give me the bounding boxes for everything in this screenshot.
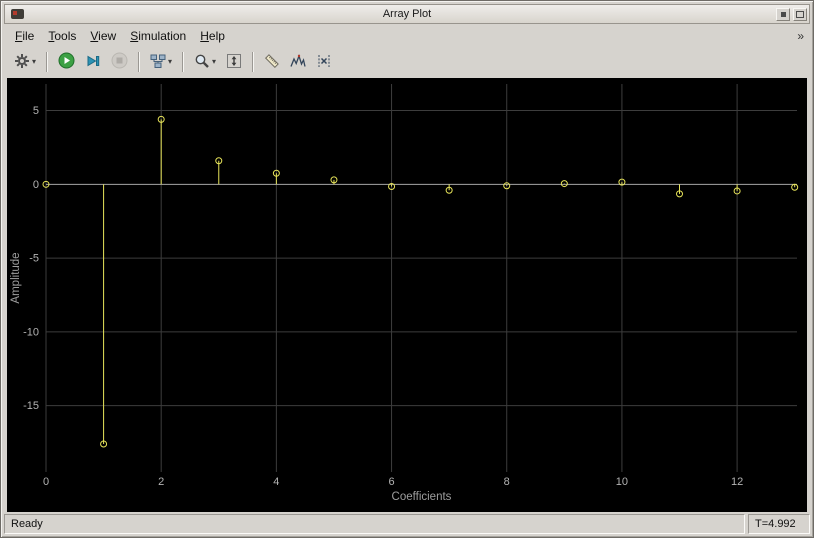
svg-text:10: 10 (616, 476, 628, 488)
stop-icon (111, 52, 128, 72)
svg-text:-5: -5 (29, 253, 39, 265)
array-plot-window: Array Plot File Tools View Simulation Help »… (0, 0, 814, 538)
toolbar-separator (138, 52, 141, 72)
svg-text:0: 0 (33, 179, 39, 191)
menu-overflow-icon[interactable]: » (797, 29, 806, 43)
maximize-button[interactable] (793, 7, 807, 21)
maximize-icon (796, 10, 804, 18)
app-icon (11, 9, 24, 19)
peak-finder-button[interactable] (286, 50, 310, 75)
svg-text:5: 5 (33, 105, 39, 117)
stop-button[interactable] (107, 49, 132, 75)
menu-tools[interactable]: Tools (41, 26, 83, 46)
chevron-down-icon: ▾ (212, 57, 217, 66)
measurements-button[interactable] (260, 50, 284, 75)
svg-text:0: 0 (43, 476, 49, 488)
svg-text:-10: -10 (23, 326, 39, 338)
toolbar-separator (252, 52, 255, 72)
step-forward-icon (85, 53, 101, 72)
gear-icon (14, 53, 30, 72)
svg-text:12: 12 (731, 476, 743, 488)
svg-text:4: 4 (273, 476, 279, 488)
window-controls (776, 7, 809, 21)
chevron-down-icon: ▾ (168, 57, 173, 66)
simulation-time: T=4.992 (748, 514, 810, 534)
svg-text:6: 6 (388, 476, 394, 488)
toolbar-separator (46, 52, 49, 72)
play-icon (58, 52, 75, 72)
title-bar[interactable]: Array Plot (4, 4, 810, 24)
svg-text:Amplitude: Amplitude (10, 252, 22, 303)
menu-simulation[interactable]: Simulation (123, 26, 193, 46)
blocks-icon (150, 53, 166, 72)
svg-text:Coefficients: Coefficients (392, 491, 452, 503)
layout-button[interactable]: ▾ (146, 50, 176, 75)
status-message: Ready (4, 514, 745, 534)
magnifier-icon (194, 53, 210, 72)
menu-view[interactable]: View (83, 26, 123, 46)
plot-svg[interactable]: 0 2 4 6 8 10 12 5 0 -5 -10 -15 Coefficients Amplitude (7, 78, 807, 512)
chevron-down-icon: ▾ (32, 57, 37, 66)
svg-text:8: 8 (504, 476, 510, 488)
status-bar: Ready T=4.992 (4, 514, 810, 534)
settings-button[interactable]: ▾ (10, 50, 40, 75)
plot-area[interactable]: 0 2 4 6 8 10 12 5 0 -5 -10 -15 Coefficients Amplitude (7, 78, 807, 512)
toolbar-separator (182, 52, 185, 72)
minimize-icon (780, 11, 786, 17)
menu-help[interactable]: Help (193, 26, 232, 46)
svg-text:-15: -15 (23, 400, 39, 412)
zoom-button[interactable]: ▾ (190, 50, 220, 75)
menu-file[interactable]: File (8, 26, 41, 46)
cursor-x-icon (316, 53, 332, 72)
svg-text:2: 2 (158, 476, 164, 488)
ruler-icon (264, 53, 280, 72)
fit-arrows-icon (226, 53, 242, 72)
window-title: Array Plot (382, 8, 432, 20)
menu-bar: File Tools View Simulation Help » (4, 24, 810, 47)
cursor-measurements-button[interactable] (312, 50, 336, 75)
minimize-button[interactable] (776, 7, 790, 21)
toolbar: ▾ ▾ ▾ (4, 47, 810, 77)
menu-items: File Tools View Simulation Help (8, 29, 232, 43)
run-button[interactable] (54, 49, 79, 75)
peaks-icon (290, 53, 306, 72)
fit-to-view-button[interactable] (222, 50, 246, 75)
step-forward-button[interactable] (81, 50, 105, 75)
